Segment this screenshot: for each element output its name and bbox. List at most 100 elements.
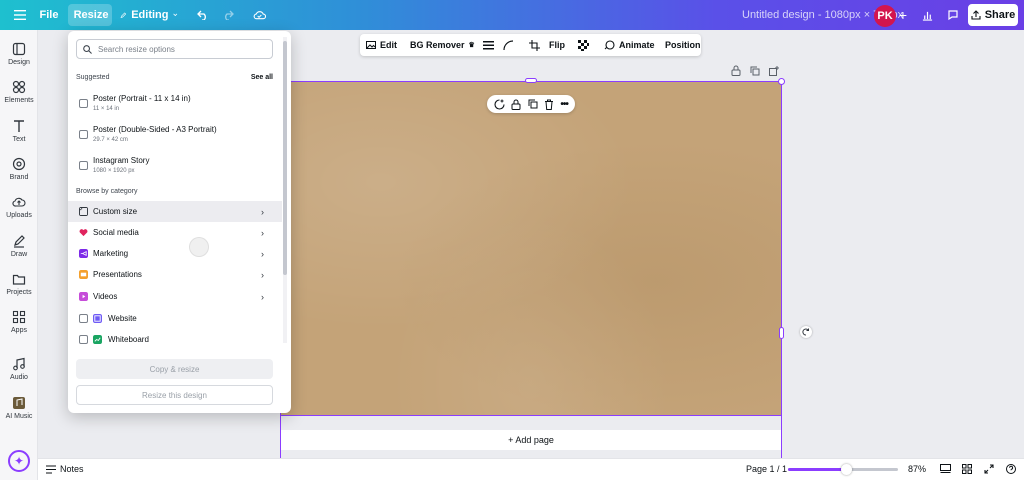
resize-search[interactable] xyxy=(76,39,273,59)
notes-button[interactable]: Notes xyxy=(46,464,84,474)
border-style-button[interactable] xyxy=(483,34,494,56)
rail-item-design[interactable]: Design xyxy=(0,42,38,66)
editing-mode-button[interactable]: Editing xyxy=(120,4,178,26)
flip-button[interactable]: Flip xyxy=(549,34,565,56)
option-website[interactable]: Website xyxy=(68,308,282,329)
suggestion-checkbox[interactable] xyxy=(79,99,88,108)
add-page-top-button[interactable] xyxy=(769,65,779,79)
suggested-heading: Suggested xyxy=(76,74,110,81)
rail-item-brand[interactable]: Brand xyxy=(0,157,38,181)
suggestion-item[interactable]: Poster (Double-Sided - A3 Portrait) 29.7… xyxy=(68,121,282,151)
rail-item-apps[interactable]: Apps xyxy=(0,310,38,334)
comment-button[interactable] xyxy=(944,4,962,26)
rail-item-projects[interactable]: Projects xyxy=(0,272,38,296)
resize-this-design-button[interactable]: Resize this design xyxy=(76,385,273,405)
analytics-button[interactable] xyxy=(918,4,936,26)
whiteboard-icon xyxy=(93,335,102,344)
draw-icon xyxy=(14,235,25,248)
rail-item-label: Draw xyxy=(10,251,28,258)
more-options-icon[interactable]: ••• xyxy=(560,99,568,110)
rail-item-text[interactable]: Text xyxy=(0,119,38,143)
zoom-level[interactable]: 87% xyxy=(908,464,926,474)
rail-item-ai-music[interactable]: AI Music xyxy=(0,396,38,420)
brand-icon xyxy=(12,157,26,171)
floating-element-toolbar: ••• xyxy=(487,95,575,113)
edit-button[interactable]: Edit xyxy=(366,34,397,56)
zoom-slider[interactable] xyxy=(788,464,898,475)
option-whiteboard[interactable]: Whiteboard xyxy=(68,329,282,350)
position-button[interactable]: Position xyxy=(665,34,701,56)
elements-icon xyxy=(12,80,26,94)
resize-button[interactable]: Resize xyxy=(68,4,112,26)
page-view-button[interactable] xyxy=(940,464,951,476)
uploads-icon xyxy=(12,197,26,207)
rail-item-label: Elements xyxy=(4,97,34,104)
add-page-button[interactable]: + Add page xyxy=(280,430,782,450)
grid-view-button[interactable] xyxy=(962,464,972,476)
duplicate-icon[interactable] xyxy=(528,99,538,109)
corner-rounding-button[interactable] xyxy=(503,34,514,56)
rail-item-label: Text xyxy=(12,136,26,143)
menu-icon[interactable] xyxy=(12,4,28,26)
suggestion-item[interactable]: Poster (Portrait - 11 x 14 in) 11 × 14 i… xyxy=(68,90,282,120)
lock-icon xyxy=(731,65,741,76)
resize-search-input[interactable] xyxy=(98,44,268,54)
transparency-icon xyxy=(578,39,589,51)
plus-icon[interactable]: + xyxy=(896,4,910,26)
undo-button[interactable] xyxy=(194,4,212,26)
lock-page-button[interactable] xyxy=(731,65,741,79)
design-canvas[interactable] xyxy=(280,81,782,416)
category-marketing[interactable]: Marketing › xyxy=(68,243,282,264)
rail-item-uploads[interactable]: Uploads xyxy=(0,195,38,219)
corner-resize-handle[interactable] xyxy=(778,78,785,85)
page-indicator[interactable]: Page 1 / 1 xyxy=(746,464,787,474)
rotate-button[interactable] xyxy=(800,326,812,338)
trash-icon[interactable] xyxy=(544,99,554,110)
suggestion-checkbox[interactable] xyxy=(79,161,88,170)
avatar[interactable]: PK xyxy=(874,5,896,27)
category-social-media[interactable]: Social media › xyxy=(68,222,282,243)
chevron-right-icon: › xyxy=(261,269,264,280)
crown-icon: ♛ xyxy=(468,42,475,49)
design-icon xyxy=(12,42,26,56)
fullscreen-button[interactable] xyxy=(984,464,994,476)
editing-label: Editing xyxy=(131,9,169,21)
edit-label: Edit xyxy=(380,40,397,50)
rail-item-draw[interactable]: Draw xyxy=(0,234,38,258)
browse-heading: Browse by category xyxy=(76,188,138,195)
suggestion-checkbox[interactable] xyxy=(79,130,88,139)
whiteboard-checkbox[interactable] xyxy=(79,335,88,344)
rail-item-elements[interactable]: Elements xyxy=(0,80,38,104)
duplicate-page-button[interactable] xyxy=(750,65,760,79)
panel-scrollbar-thumb[interactable] xyxy=(283,41,287,275)
top-resize-handle[interactable] xyxy=(525,78,537,83)
share-button[interactable]: Share xyxy=(968,4,1018,26)
file-menu-button[interactable]: File xyxy=(38,4,60,26)
crop-button[interactable] xyxy=(529,34,540,56)
bg-remover-button[interactable]: BG Remover ♛ xyxy=(410,34,475,56)
category-presentations[interactable]: Presentations › xyxy=(68,264,282,285)
right-resize-handle[interactable] xyxy=(779,327,784,339)
category-videos[interactable]: Videos › xyxy=(68,286,282,307)
magic-assistant-button[interactable]: ✦ xyxy=(8,450,30,472)
website-checkbox[interactable] xyxy=(79,314,88,323)
panel-scrollbar[interactable] xyxy=(283,37,287,343)
copy-resize-button[interactable]: Copy & resize xyxy=(76,359,273,379)
chevron-right-icon: › xyxy=(261,248,264,259)
category-custom-size[interactable]: Custom size › xyxy=(68,201,282,222)
comment-icon xyxy=(948,10,958,21)
cloud-save-button[interactable] xyxy=(250,4,268,26)
top-bar: File Resize Editing Untitled design - 10… xyxy=(0,0,1024,30)
suggestion-item[interactable]: Instagram Story 1080 × 1920 px xyxy=(68,152,282,182)
rail-item-audio[interactable]: Audio xyxy=(0,357,38,381)
redo-button[interactable] xyxy=(219,4,237,26)
ai-edit-icon[interactable] xyxy=(494,98,505,110)
help-button[interactable] xyxy=(1006,464,1016,476)
page-view-icon xyxy=(940,464,951,473)
search-icon xyxy=(83,44,92,54)
transparency-button[interactable] xyxy=(578,34,589,56)
see-all-link[interactable]: See all xyxy=(251,74,273,81)
animate-button[interactable]: Animate xyxy=(604,34,655,56)
crop-icon xyxy=(529,39,540,51)
lock-icon[interactable] xyxy=(511,99,521,110)
